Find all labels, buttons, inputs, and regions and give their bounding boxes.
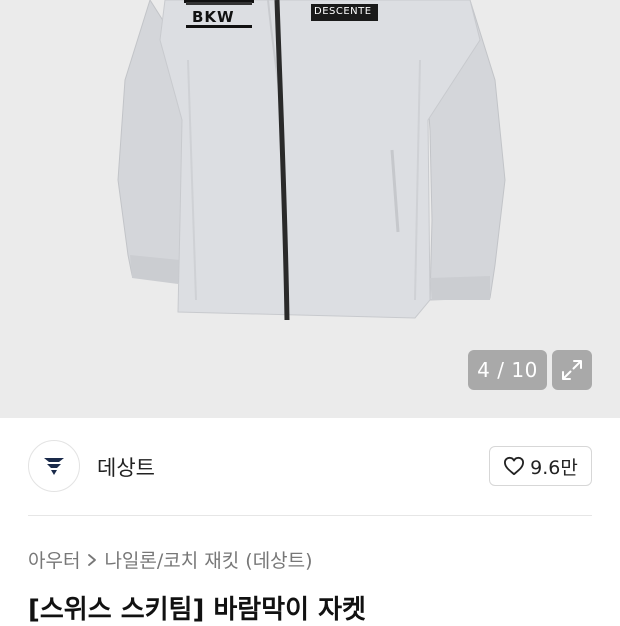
jacket-brand-text: DESCENTE [314, 6, 372, 17]
breadcrumb-category[interactable]: 아우터 [28, 546, 80, 573]
divider [28, 515, 592, 516]
expand-button[interactable] [552, 350, 592, 390]
brand-name[interactable]: 데상트 [97, 452, 155, 482]
expand-icon [562, 360, 582, 380]
product-title: [스위스 스키팀] 바람막이 자켓 [28, 595, 366, 625]
like-count: 9.6만 [530, 456, 578, 479]
heart-icon [504, 456, 525, 476]
image-counter-current: 4 [477, 358, 491, 382]
chevron-right-icon [88, 553, 97, 566]
image-counter-separator: / [490, 358, 512, 382]
brand-logo[interactable] [28, 440, 80, 492]
like-button[interactable]: 9.6만 [489, 446, 592, 486]
breadcrumb: 아우터 나일론/코치 재킷 (데상트) [28, 546, 313, 573]
image-counter-total: 10 [511, 358, 538, 382]
jacket-chest-text: BKW [192, 8, 235, 26]
image-counter: 4 / 10 [468, 350, 547, 390]
descente-logo-icon [44, 458, 64, 475]
product-image-gallery[interactable]: BKW DESCENTE 4 / 10 [0, 0, 620, 418]
breadcrumb-subcategory[interactable]: 나일론/코치 재킷 (데상트) [104, 546, 312, 573]
brand-row: 데상트 9.6만 [0, 418, 620, 516]
